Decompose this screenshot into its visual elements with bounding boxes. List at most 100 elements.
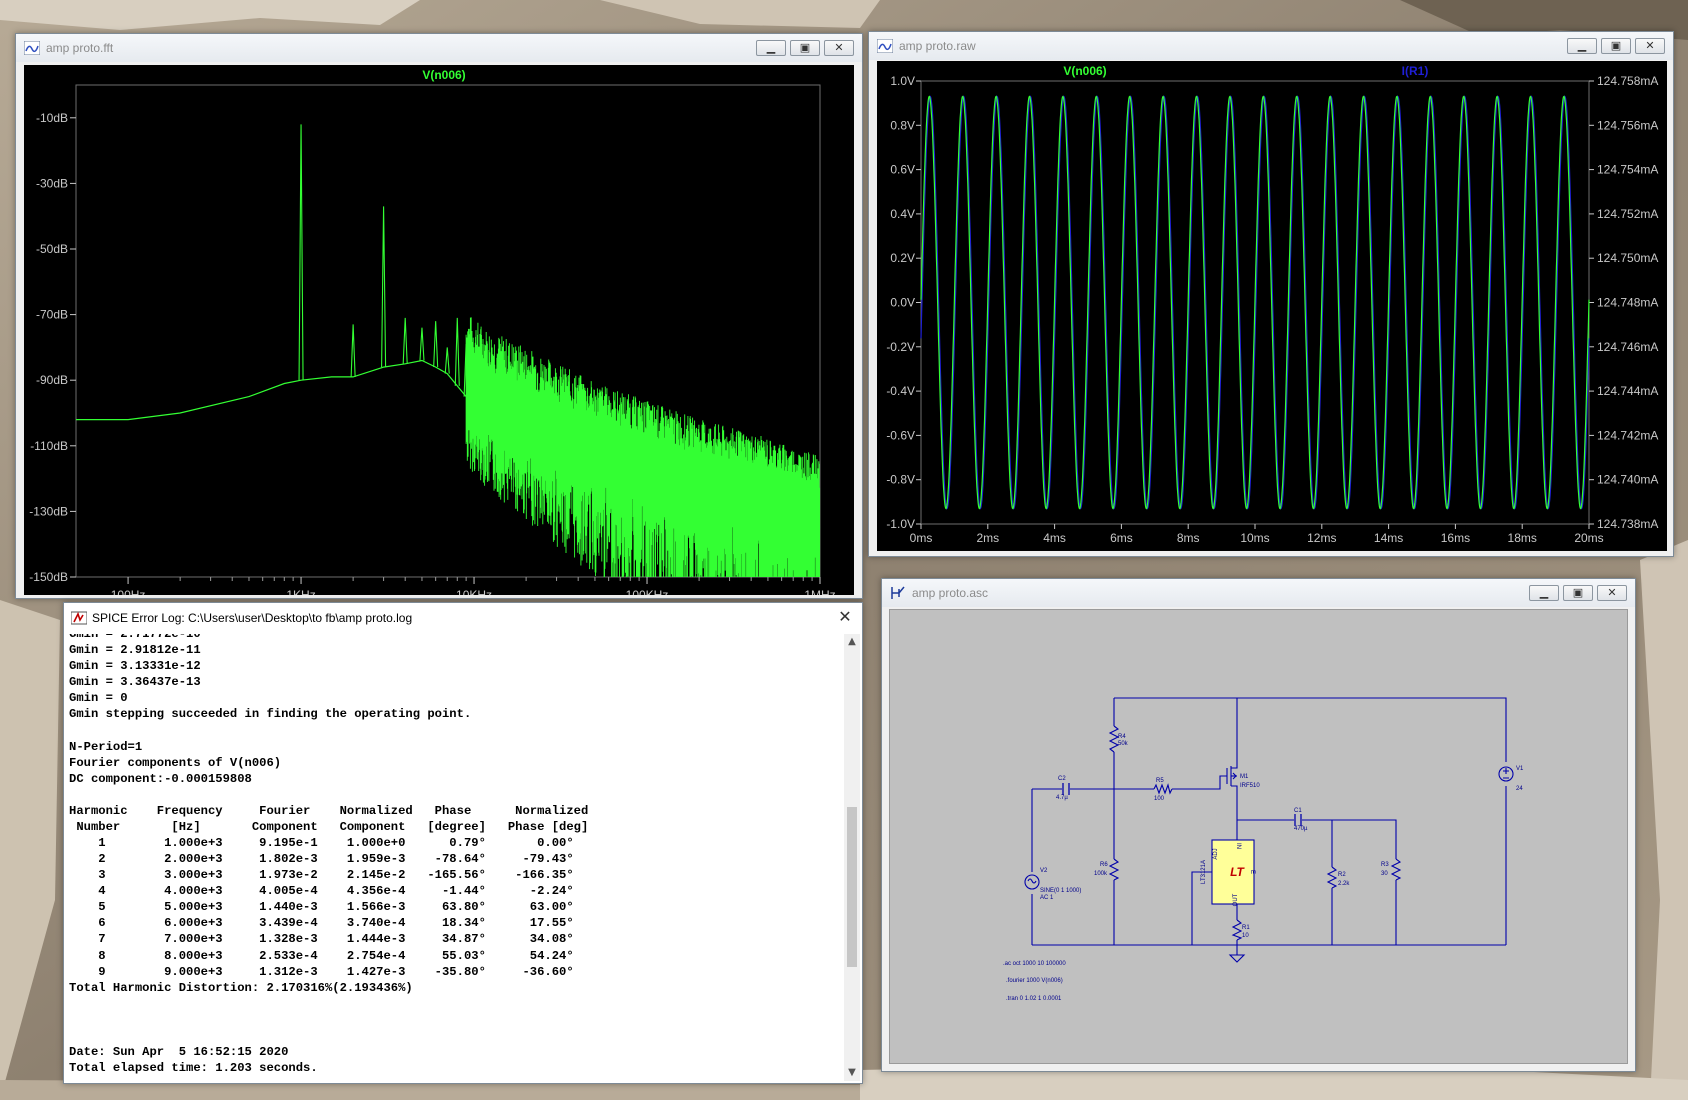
raw-titlebar[interactable]: amp proto.raw ▁ ▣ ✕ bbox=[869, 32, 1673, 60]
close-button[interactable]: ✕ bbox=[836, 608, 854, 626]
log-titlebar[interactable]: SPICE Error Log: C:\Users\user\Desktop\t… bbox=[64, 603, 862, 633]
fft-harmonic-peak bbox=[298, 124, 304, 381]
scroll-thumb[interactable] bbox=[847, 807, 857, 967]
resistor-r4-icon[interactable] bbox=[1108, 725, 1120, 753]
directive-tran[interactable]: .tran 0 1.02 1 0.0001 bbox=[1006, 996, 1062, 1002]
waveform-icon bbox=[24, 41, 40, 55]
resistor-r3-icon[interactable] bbox=[1390, 858, 1402, 881]
mosfet-m1-icon[interactable] bbox=[1226, 765, 1238, 787]
fft-window[interactable]: amp proto.fft ▁ ▣ ✕ V(n006) -10dB -30dB -5… bbox=[15, 33, 863, 599]
u1-pin-adj: ADJ bbox=[1213, 848, 1219, 859]
close-button[interactable]: ✕ bbox=[1597, 585, 1627, 601]
scroll-up-arrow-icon[interactable]: ▲ bbox=[844, 634, 860, 650]
restore-icon: ▣ bbox=[799, 41, 811, 54]
r1-value: 10 bbox=[1242, 933, 1249, 939]
scroll-down-arrow-icon[interactable]: ▼ bbox=[844, 1065, 860, 1081]
fft-titlebar[interactable]: amp proto.fft ▁ ▣ ✕ bbox=[16, 34, 862, 62]
close-icon: ✕ bbox=[834, 41, 844, 54]
raw-y2-tick-label: 124.752mA bbox=[1597, 207, 1658, 221]
v2-ac: AC 1 bbox=[1040, 895, 1054, 901]
fft-y-tick-label: -10dB bbox=[36, 111, 68, 125]
directive-ac[interactable]: .ac oct 1000 10 100000 bbox=[1003, 961, 1066, 967]
raw-y2-tick-label: 124.758mA bbox=[1597, 74, 1658, 88]
schematic-window[interactable]: amp proto.asc ▁ ▣ ✕ LT LT3121A IN OUT AD… bbox=[881, 578, 1636, 1072]
schematic-wires bbox=[1031, 697, 1507, 955]
fft-harmonic-peak bbox=[444, 347, 450, 374]
raw-y2-tick-label: 124.754mA bbox=[1597, 163, 1658, 177]
fft-trace-label[interactable]: V(n006) bbox=[422, 68, 465, 82]
close-button[interactable]: ✕ bbox=[1635, 38, 1665, 54]
raw-x-tick-label: 16ms bbox=[1441, 531, 1470, 545]
raw-y2-tick-label: 124.738mA bbox=[1597, 517, 1658, 531]
fft-chart[interactable]: V(n006) -10dB-30dB-50dB-70dB-90dB-110dB-… bbox=[24, 65, 854, 595]
log-line: 9 9.000e+3 1.312e-3 1.427e-3 -35.80° -36… bbox=[69, 964, 574, 979]
c1-label: C1 bbox=[1294, 808, 1302, 814]
restore-button[interactable]: ▣ bbox=[1563, 585, 1593, 601]
fft-x-tick-label: 10KHz bbox=[456, 588, 492, 595]
asc-titlebar[interactable]: amp proto.asc ▁ ▣ ✕ bbox=[882, 579, 1635, 607]
log-vertical-scrollbar[interactable]: ▲ ▼ bbox=[844, 634, 860, 1081]
fft-trace-v-n006[interactable] bbox=[76, 124, 821, 577]
raw-y-tick-label: -0.6V bbox=[886, 428, 915, 442]
raw-x-axis: 0ms 2ms 4ms 6ms 8ms 10ms 12ms 14ms 16ms 18ms 20ms bbox=[910, 524, 1604, 545]
raw-x-tick-label: 2ms bbox=[976, 531, 999, 545]
log-line: Gmin = 2.71772e-10 bbox=[69, 634, 201, 641]
close-button[interactable]: ✕ bbox=[824, 40, 854, 56]
raw-trace2-label[interactable]: I(R1) bbox=[1402, 64, 1429, 78]
capacitor-c2-icon[interactable] bbox=[1062, 783, 1070, 795]
schematic-canvas[interactable]: LT LT3121A IN OUT ADJ E C2 4.7µ R4 50k R… bbox=[889, 609, 1628, 1064]
restore-button[interactable]: ▣ bbox=[1601, 38, 1631, 54]
minimize-button[interactable]: ▁ bbox=[756, 40, 786, 56]
log-line: Number [Hz] Component Component [degree]… bbox=[69, 819, 589, 834]
m1-label: M1 bbox=[1240, 774, 1249, 780]
schematic-drawing[interactable]: LT LT3121A IN OUT ADJ E C2 4.7µ R4 50k R… bbox=[890, 610, 1629, 1065]
restore-icon: ▣ bbox=[1610, 39, 1622, 52]
raw-x-tick-label: 20ms bbox=[1574, 531, 1603, 545]
capacitor-c1-icon[interactable] bbox=[1294, 814, 1302, 826]
directive-fourier[interactable]: .fourier 1000 V(n006) bbox=[1006, 978, 1063, 984]
raw-y-tick-label: -0.8V bbox=[886, 473, 915, 487]
fft-harmonic-peak bbox=[454, 317, 460, 386]
log-text-area[interactable]: Gmin = 2.71772e-10 Gmin = 2.91812e-11 Gmin… bbox=[66, 634, 844, 1081]
fft-window-title: amp proto.fft bbox=[46, 41, 114, 55]
resistor-r1-icon[interactable] bbox=[1231, 919, 1243, 941]
raw-window[interactable]: amp proto.raw ▁ ▣ ✕ V(n006) I(R1) 1.0V 0.… bbox=[868, 31, 1674, 557]
log-line: 7 7.000e+3 1.328e-3 1.444e-3 34.87° 34.0… bbox=[69, 932, 574, 947]
raw-plot-area[interactable]: V(n006) I(R1) 1.0V 0.8V 0.6V 0.4V 0.2V 0.0V -0… bbox=[877, 61, 1667, 551]
raw-y2-tick-label: 124.744mA bbox=[1597, 384, 1658, 398]
r4-value: 50k bbox=[1118, 741, 1129, 747]
spice-error-log-window[interactable]: SPICE Error Log: C:\Users\user\Desktop\t… bbox=[63, 602, 863, 1084]
resistor-r5-icon[interactable] bbox=[1153, 783, 1173, 795]
raw-y2-tick-label: 124.756mA bbox=[1597, 118, 1658, 132]
log-line: 2 2.000e+3 1.802e-3 1.959e-3 -78.64° -79… bbox=[69, 852, 574, 867]
u1-name: LT3121A bbox=[1201, 860, 1207, 884]
resistor-symbols bbox=[1108, 725, 1402, 941]
fft-plot-area[interactable]: V(n006) -10dB -30dB -50dB -70dB -90dB -110dB -… bbox=[24, 65, 854, 595]
r3-label: R3 bbox=[1381, 862, 1389, 868]
restore-button[interactable]: ▣ bbox=[790, 40, 820, 56]
close-icon: ✕ bbox=[1607, 586, 1617, 599]
log-line: Harmonic Frequency Fourier Normalized Ph… bbox=[69, 803, 589, 818]
ground-icon[interactable] bbox=[1228, 954, 1246, 963]
minimize-button[interactable]: ▁ bbox=[1567, 38, 1597, 54]
log-line: Total elapsed time: 1.203 seconds. bbox=[69, 1061, 318, 1076]
minimize-button[interactable]: ▁ bbox=[1529, 585, 1559, 601]
raw-chart[interactable]: V(n006) I(R1) 1.0V 0.8V 0.6V 0.4V 0.2V 0.0V -0… bbox=[877, 61, 1667, 551]
fft-y-tick-label: -30dB bbox=[36, 176, 68, 190]
log-line: 5 5.000e+3 1.440e-3 1.566e-3 63.80° 63.0… bbox=[69, 900, 574, 915]
raw-trace1-label[interactable]: V(n006) bbox=[1063, 64, 1106, 78]
r2-label: R2 bbox=[1338, 872, 1346, 878]
resistor-r6-icon[interactable] bbox=[1108, 858, 1120, 881]
resistor-r2-icon[interactable] bbox=[1326, 866, 1338, 889]
raw-trace-v-n006[interactable] bbox=[920, 95, 1590, 510]
fft-harmonic-peak bbox=[433, 321, 439, 368]
r5-label: R5 bbox=[1156, 778, 1164, 784]
r1-label: R1 bbox=[1242, 925, 1250, 931]
raw-traces[interactable] bbox=[920, 95, 1590, 510]
minimize-icon: ▁ bbox=[1577, 39, 1587, 52]
waveform-icon bbox=[877, 39, 893, 53]
